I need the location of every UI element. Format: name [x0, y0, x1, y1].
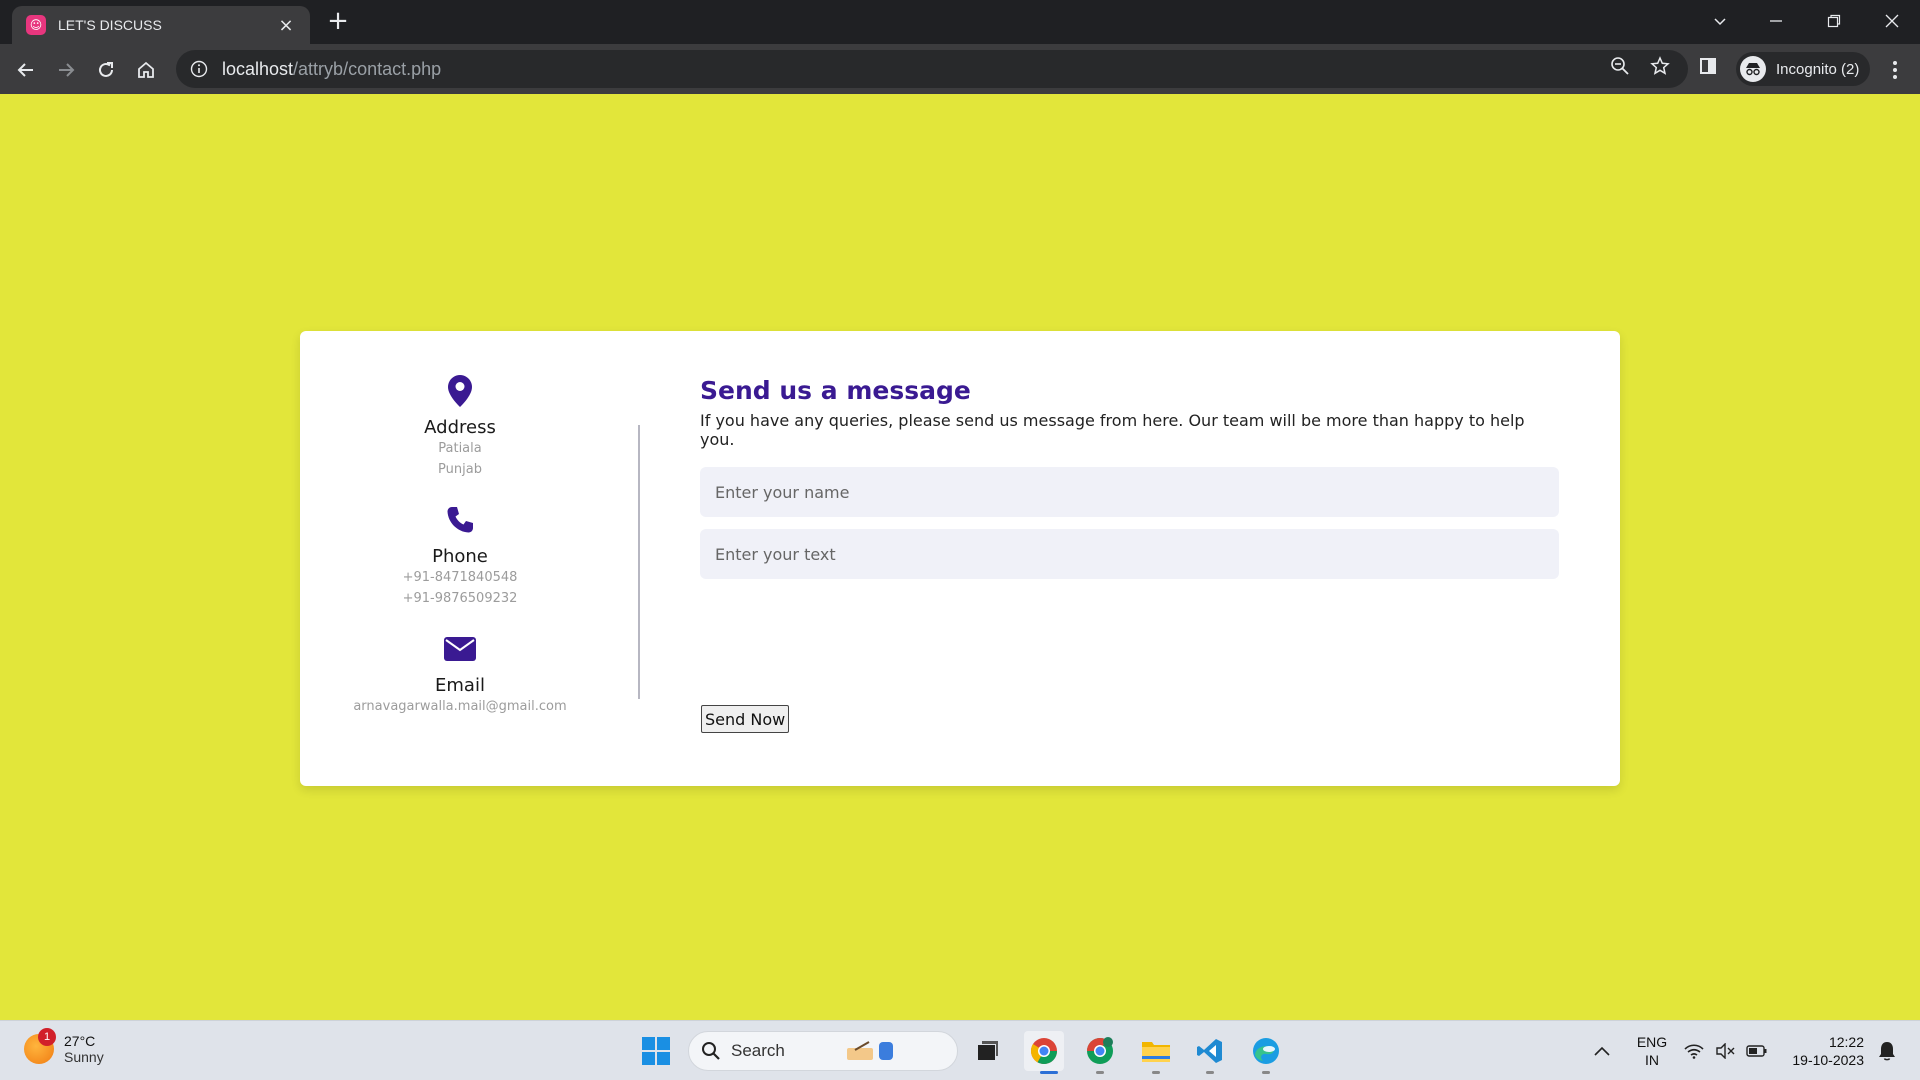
form-title: Send us a message — [700, 376, 971, 405]
phone-number: +91-9876509232 — [402, 591, 518, 606]
minimize-button[interactable] — [1748, 6, 1804, 36]
windows-taskbar: 1 27°C Sunny Search ENG IN 12:22 19-10-2… — [0, 1020, 1920, 1080]
tab-favicon-icon: ☺ — [26, 15, 46, 35]
incognito-label: Incognito (2) — [1776, 60, 1860, 78]
chevron-up-icon[interactable] — [1582, 1031, 1622, 1071]
reload-icon — [99, 62, 113, 77]
task-view-icon[interactable] — [968, 1031, 1008, 1071]
phone-icon — [320, 500, 600, 540]
incognito-icon — [1740, 56, 1766, 82]
message-input[interactable] — [700, 529, 1559, 579]
app-indicator — [1262, 1071, 1270, 1074]
email-block: Email arnavagarwalla.mail@gmail.com — [320, 629, 600, 717]
name-input[interactable] — [700, 467, 1559, 517]
new-tab-button[interactable]: + — [324, 6, 352, 38]
reload-button[interactable] — [90, 54, 122, 86]
search-label: Search — [731, 1041, 785, 1060]
bookmark-star-icon[interactable] — [1644, 50, 1676, 82]
volume-muted-icon — [1716, 1043, 1735, 1059]
phone-number: +91-8471840548 — [402, 570, 518, 585]
tab-close-icon[interactable]: × — [276, 15, 296, 36]
app-indicator — [1206, 1071, 1214, 1074]
phone-block: Phone +91-8471840548 +91-9876509232 — [320, 500, 600, 609]
weather-description: Sunny — [64, 1049, 104, 1065]
contact-card: Address Patiala Punjab Phone +91-8471840… — [300, 331, 1620, 786]
message-form: Send us a message If you have any querie… — [700, 376, 1560, 579]
back-arrow-icon — [17, 63, 33, 77]
address-bar[interactable]: localhost/attryb/contact.php — [176, 50, 1688, 88]
language-indicator[interactable]: ENG IN — [1632, 1033, 1672, 1069]
close-window-button[interactable] — [1864, 6, 1920, 36]
clock-date: 19-10-2023 — [1792, 1052, 1864, 1068]
envelope-icon — [320, 629, 600, 669]
form-subtitle: If you have any queries, please send us … — [700, 411, 1525, 449]
site-info-icon[interactable] — [190, 60, 208, 78]
weather-temperature: 27°C — [64, 1033, 96, 1049]
active-app-indicator — [1040, 1071, 1058, 1074]
zoom-icon[interactable] — [1604, 50, 1636, 82]
email-address: arnavagarwalla.mail@gmail.com — [353, 699, 567, 714]
search-highlight-icon — [846, 1041, 893, 1060]
app-indicator — [1096, 1071, 1104, 1074]
browser-menu-icon[interactable] — [1880, 54, 1910, 86]
back-button[interactable] — [10, 54, 42, 86]
tab-title: LET'S DISCUSS — [58, 17, 162, 33]
clock-time: 12:22 — [1828, 1034, 1864, 1050]
taskbar-search[interactable]: Search — [688, 1031, 958, 1071]
address-line: Punjab — [438, 462, 482, 477]
map-pin-icon — [320, 371, 600, 411]
contact-info-column: Address Patiala Punjab Phone +91-8471840… — [320, 371, 600, 737]
incognito-profile-button[interactable]: Incognito (2) — [1736, 52, 1870, 86]
side-panel-icon[interactable] — [1692, 50, 1724, 82]
phone-title: Phone — [432, 546, 488, 567]
restore-button[interactable] — [1806, 6, 1862, 36]
vscode-icon[interactable] — [1190, 1031, 1230, 1071]
chrome-profile-taskbar-icon[interactable] — [1080, 1031, 1120, 1071]
battery-icon — [1746, 1045, 1767, 1057]
browser-titlebar: ☺ LET'S DISCUSS × + — [0, 0, 1920, 44]
forward-arrow-icon — [59, 63, 75, 77]
language-code: ENG — [1636, 1034, 1668, 1050]
app-indicator — [1152, 1071, 1160, 1074]
home-icon — [138, 61, 154, 78]
address-line: Patiala — [438, 441, 482, 456]
browser-tab[interactable]: ☺ LET'S DISCUSS × — [12, 6, 310, 44]
sun-icon: 1 — [24, 1028, 56, 1064]
browser-toolbar: localhost/attryb/contact.php Incognito (… — [0, 44, 1920, 94]
wifi-icon — [1684, 1044, 1704, 1059]
column-divider — [638, 425, 640, 699]
search-icon — [702, 1042, 720, 1060]
weather-widget[interactable]: 1 27°C Sunny — [24, 1028, 104, 1065]
send-now-button[interactable]: Send Now — [701, 705, 790, 733]
notification-bell-icon[interactable] — [1872, 1031, 1902, 1071]
system-tray-icons[interactable] — [1678, 1031, 1774, 1071]
tab-search-icon[interactable] — [1692, 6, 1748, 36]
weather-badge: 1 — [38, 1028, 56, 1046]
home-button[interactable] — [130, 54, 162, 86]
region-code: IN — [1645, 1052, 1659, 1068]
address-block: Address Patiala Punjab — [320, 371, 600, 480]
edge-browser-icon[interactable] — [1246, 1031, 1286, 1071]
forward-button[interactable] — [50, 54, 82, 86]
email-title: Email — [435, 675, 485, 696]
file-explorer-icon[interactable] — [1136, 1031, 1176, 1071]
url-text[interactable]: localhost/attryb/contact.php — [222, 59, 441, 80]
address-title: Address — [424, 417, 496, 438]
clock[interactable]: 12:22 19-10-2023 — [1780, 1033, 1864, 1069]
chrome-taskbar-icon[interactable] — [1024, 1031, 1064, 1071]
windows-start-icon[interactable] — [636, 1031, 676, 1071]
